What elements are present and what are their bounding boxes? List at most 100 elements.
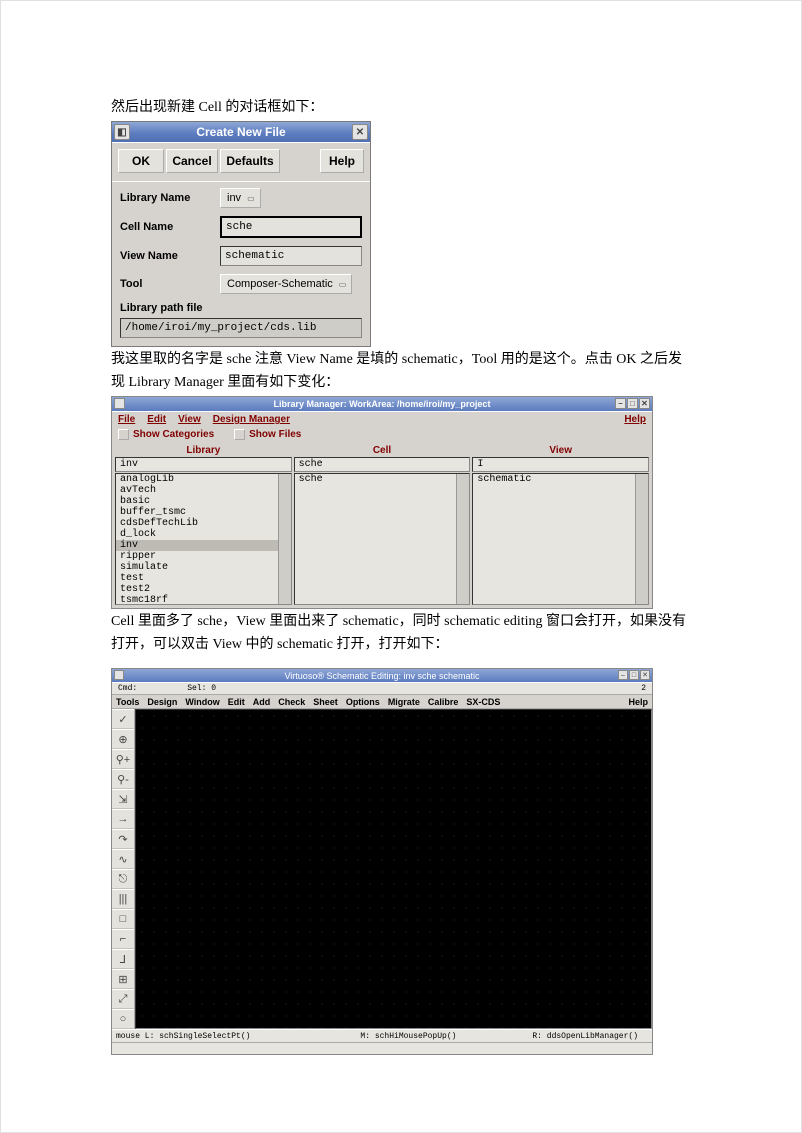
- list-item[interactable]: inv: [116, 540, 291, 551]
- tool-icon-10[interactable]: □: [112, 909, 134, 929]
- view-list[interactable]: schematic: [472, 473, 649, 605]
- library-filter-input[interactable]: inv: [115, 457, 292, 472]
- menu-help[interactable]: Help: [624, 414, 646, 425]
- tool-icon-15[interactable]: ○: [112, 1009, 134, 1029]
- list-item[interactable]: analogLib: [116, 474, 291, 485]
- menu-tools[interactable]: Tools: [116, 697, 139, 707]
- maximize-icon[interactable]: □: [627, 398, 638, 409]
- window-menu-icon[interactable]: [114, 670, 124, 680]
- list-item[interactable]: basic: [116, 496, 291, 507]
- menu-calibre[interactable]: Calibre: [428, 697, 459, 707]
- list-item[interactable]: avTech: [116, 485, 291, 496]
- tool-icon-6[interactable]: ↷: [112, 829, 134, 849]
- para2: 我这里取的名字是 sche 注意 View Name 是填的 schematic…: [111, 349, 691, 394]
- library-manager-window: Library Manager: WorkArea: /home/iroi/my…: [111, 396, 653, 609]
- tool-icon-3[interactable]: ⚲-: [112, 769, 134, 789]
- list-item[interactable]: d_lock: [116, 529, 291, 540]
- menu-design-manager[interactable]: Design Manager: [213, 414, 290, 425]
- se-message-area: [112, 1042, 652, 1054]
- cancel-button[interactable]: Cancel: [166, 149, 218, 173]
- cell-filter-input[interactable]: sche: [294, 457, 471, 472]
- close-icon[interactable]: ✕: [639, 398, 650, 409]
- ok-button[interactable]: OK: [118, 149, 164, 173]
- library-path-label: Library path file: [120, 302, 362, 314]
- tool-icon-0[interactable]: ✓: [112, 709, 134, 729]
- window-menu-icon[interactable]: ◧: [114, 124, 130, 140]
- close-icon[interactable]: ✕: [640, 670, 650, 680]
- lm-titlebar: Library Manager: WorkArea: /home/iroi/my…: [112, 397, 652, 411]
- show-categories-toggle[interactable]: Show Categories: [118, 429, 214, 440]
- minimize-icon[interactable]: –: [618, 670, 628, 680]
- cell-name-label: Cell Name: [120, 221, 220, 233]
- menu-edit[interactable]: Edit: [228, 697, 245, 707]
- list-item[interactable]: tsmc18rf: [116, 595, 291, 605]
- library-path-input[interactable]: /home/iroi/my_project/cds.lib: [120, 318, 362, 338]
- view-name-input[interactable]: schematic: [220, 246, 362, 266]
- tool-icon-8[interactable]: ⎋: [112, 869, 134, 889]
- cell-name-input[interactable]: sche: [220, 216, 362, 238]
- show-files-toggle[interactable]: Show Files: [234, 429, 301, 440]
- tool-selector[interactable]: Composer-Schematic▭: [220, 274, 352, 294]
- se-toolbar: ✓⊕⚲+⚲-⇲→↷∿⎋|||□⌐⅃⊞⤢○: [112, 709, 135, 1029]
- se-mouse-bindings: mouse L: schSingleSelectPt() M: schHiMou…: [112, 1029, 652, 1042]
- cell-list[interactable]: sche: [294, 473, 471, 605]
- tool-icon-2[interactable]: ⚲+: [112, 749, 134, 769]
- list-item[interactable]: simulate: [116, 562, 291, 573]
- tool-icon-13[interactable]: ⊞: [112, 969, 134, 989]
- dialog-title: Create New File: [196, 125, 285, 139]
- tool-icon-1[interactable]: ⊕: [112, 729, 134, 749]
- menu-window[interactable]: Window: [185, 697, 219, 707]
- minimize-icon[interactable]: –: [615, 398, 626, 409]
- tool-icon-11[interactable]: ⌐: [112, 929, 134, 949]
- cell-column-header: Cell: [294, 444, 471, 457]
- tool-icon-4[interactable]: ⇲: [112, 789, 134, 809]
- menu-check[interactable]: Check: [278, 697, 305, 707]
- se-menubar: Tools Design Window Edit Add Check Sheet Option…: [112, 695, 652, 709]
- menu-help[interactable]: Help: [628, 697, 648, 707]
- tool-label: Tool: [120, 278, 220, 290]
- tool-icon-14[interactable]: ⤢: [112, 989, 134, 1009]
- schematic-editor-window: Virtuoso® Schematic Editing: inv sche sc…: [111, 668, 653, 1055]
- list-item[interactable]: test2: [116, 584, 291, 595]
- library-column-header: Library: [115, 444, 292, 457]
- menu-edit[interactable]: Edit: [147, 414, 166, 425]
- mouse-l-binding: mouse L: schSingleSelectPt(): [116, 1032, 250, 1041]
- help-button[interactable]: Help: [320, 149, 364, 173]
- tool-icon-5[interactable]: →: [112, 809, 134, 829]
- status-sel: Sel: 0: [187, 684, 216, 693]
- library-list[interactable]: analogLibavTechbasicbuffer_tsmccdsDefTec…: [115, 473, 292, 605]
- menu-design[interactable]: Design: [147, 697, 177, 707]
- menu-add[interactable]: Add: [253, 697, 271, 707]
- list-item[interactable]: schematic: [473, 474, 648, 485]
- tool-icon-12[interactable]: ⅃: [112, 949, 134, 969]
- list-item[interactable]: test: [116, 573, 291, 584]
- se-status-bar: Cmd: Sel: 0 2: [112, 682, 652, 695]
- menu-file[interactable]: File: [118, 414, 135, 425]
- status-right: 2: [641, 684, 646, 693]
- menu-view[interactable]: View: [178, 414, 201, 425]
- lm-title: Library Manager: WorkArea: /home/iroi/my…: [274, 399, 491, 409]
- window-menu-icon[interactable]: [114, 398, 125, 409]
- library-name-selector[interactable]: inv▭: [220, 188, 261, 208]
- se-titlebar: Virtuoso® Schematic Editing: inv sche sc…: [112, 669, 652, 682]
- menu-options[interactable]: Options: [346, 697, 380, 707]
- tool-icon-9[interactable]: |||: [112, 889, 134, 909]
- defaults-button[interactable]: Defaults: [220, 149, 280, 173]
- schematic-canvas[interactable]: [135, 709, 652, 1029]
- menu-migrate[interactable]: Migrate: [388, 697, 420, 707]
- menu-sx-cds[interactable]: SX-CDS: [466, 697, 500, 707]
- list-item[interactable]: ripper: [116, 551, 291, 562]
- list-item[interactable]: sche: [295, 474, 470, 485]
- tool-icon-7[interactable]: ∿: [112, 849, 134, 869]
- close-icon[interactable]: ✕: [352, 124, 368, 140]
- list-item[interactable]: cdsDefTechLib: [116, 518, 291, 529]
- para1: 然后出现新建 Cell 的对话框如下：: [111, 97, 691, 119]
- view-filter-input[interactable]: I: [472, 457, 649, 472]
- dialog-titlebar: ◧ Create New File ✕: [112, 122, 370, 142]
- status-cmd: Cmd:: [118, 684, 137, 693]
- mouse-m-binding: M: schHiMousePopUp(): [360, 1032, 456, 1041]
- menu-sheet[interactable]: Sheet: [313, 697, 338, 707]
- library-name-label: Library Name: [120, 192, 220, 204]
- list-item[interactable]: buffer_tsmc: [116, 507, 291, 518]
- maximize-icon[interactable]: □: [629, 670, 639, 680]
